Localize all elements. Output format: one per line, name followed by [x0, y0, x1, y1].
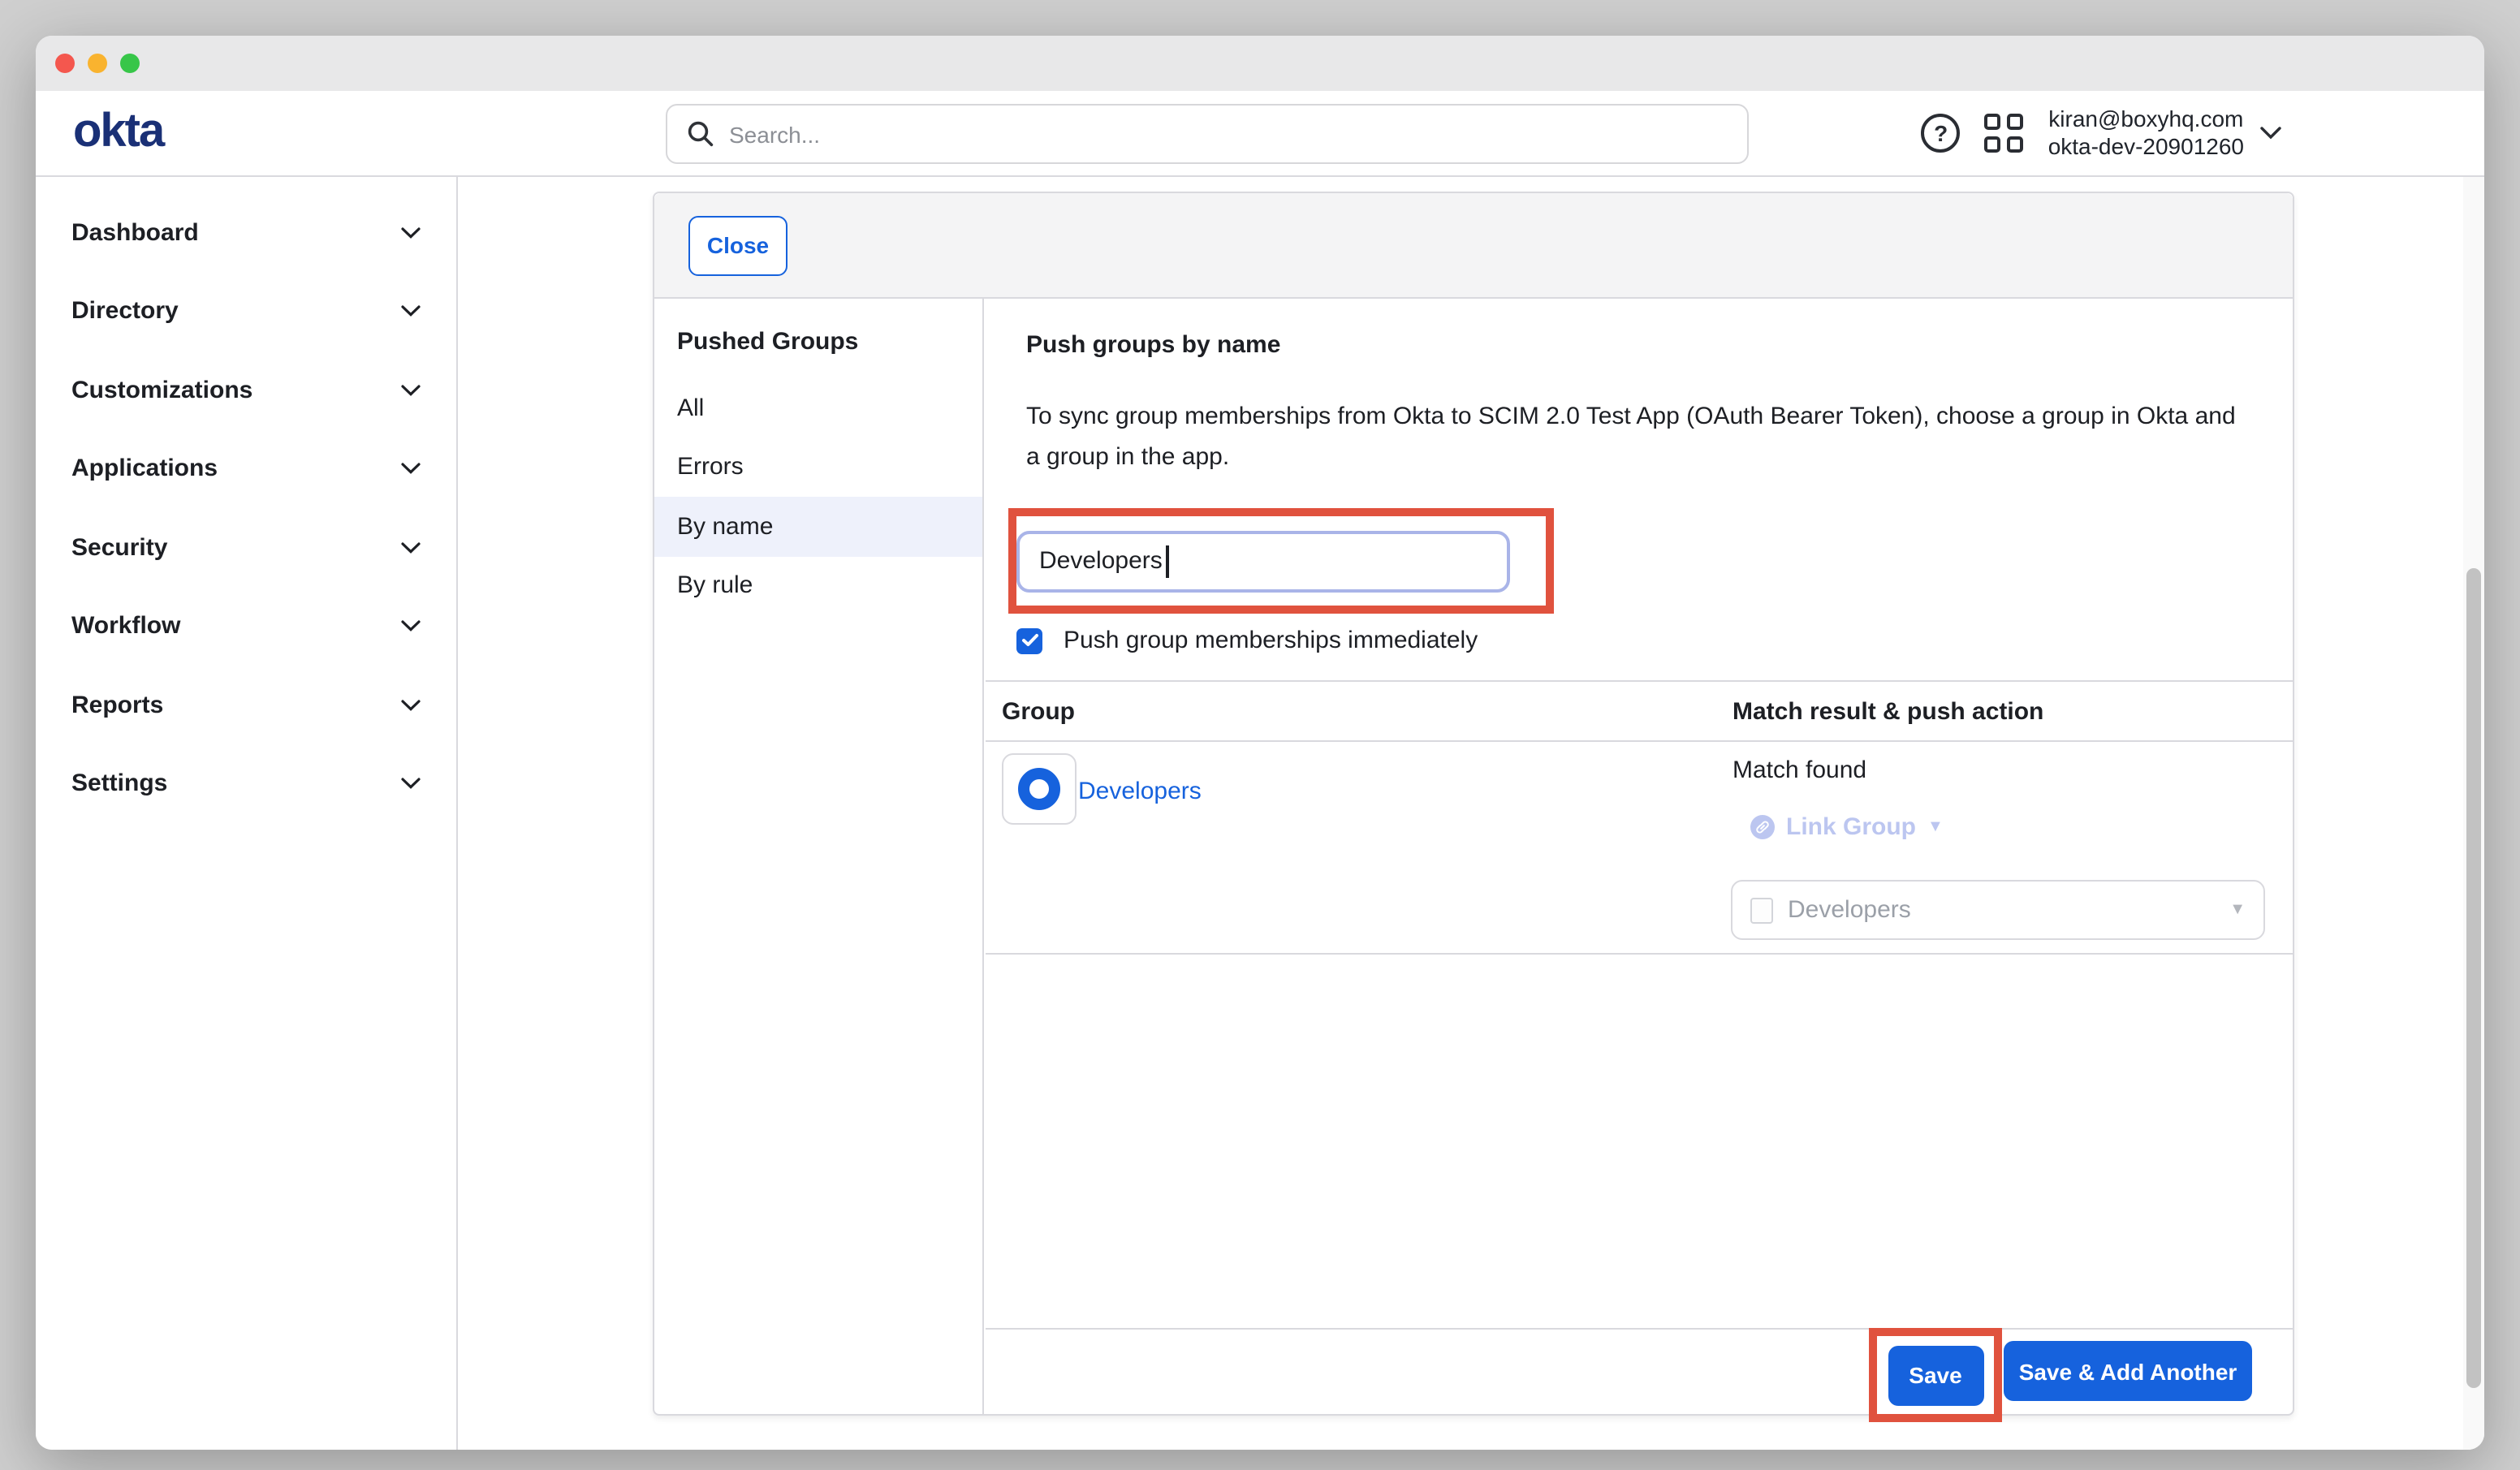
chevron-down-icon — [401, 621, 421, 632]
app-group-placeholder-icon — [1750, 897, 1773, 923]
column-group: Group — [1002, 697, 1075, 725]
okta-logo: okta — [73, 106, 163, 159]
chevron-down-icon — [401, 463, 421, 475]
help-icon[interactable]: ? — [1922, 114, 1961, 153]
app-group-select[interactable]: Developers ▼ — [1731, 880, 2265, 940]
group-search-input[interactable] — [1016, 530, 1510, 592]
check-icon — [1021, 633, 1038, 648]
search-icon — [687, 120, 714, 148]
panel-title: Push groups by name — [1026, 331, 1280, 359]
app-group-selected-value: Developers — [1788, 896, 2229, 924]
panel-description: To sync group memberships from Okta to S… — [1026, 396, 2244, 477]
nav-item-errors[interactable]: Errors — [654, 438, 982, 497]
select-caret-icon: ▼ — [2229, 901, 2246, 919]
chevron-down-icon — [401, 385, 421, 396]
sidebar: Dashboard Directory Customizations Appli… — [36, 177, 458, 1450]
search-input[interactable] — [729, 121, 1728, 147]
chevron-down-icon — [401, 542, 421, 554]
dialog-header: Close — [654, 193, 2293, 299]
nav-item-all[interactable]: All — [654, 378, 982, 438]
save-add-another-button[interactable]: Save & Add Another — [2004, 1341, 2252, 1401]
sidebar-item-dashboard[interactable]: Dashboard — [36, 193, 456, 272]
chevron-down-icon — [401, 778, 421, 790]
row-divider — [986, 953, 2293, 955]
account-email: kiran@boxyhq.com — [2048, 106, 2244, 133]
link-icon — [1750, 815, 1775, 839]
highlight-annotation-save: Save — [1869, 1328, 2002, 1422]
link-group-button[interactable]: Link Group ▼ — [1750, 813, 1944, 841]
sidebar-item-reports[interactable]: Reports — [36, 666, 456, 744]
dialog-footer: Save Save & Add Another — [986, 1328, 2293, 1414]
group-name-link[interactable]: Developers — [1078, 778, 1202, 805]
sidebar-item-applications[interactable]: Applications — [36, 429, 456, 508]
maximize-window-button[interactable] — [120, 54, 140, 73]
window-titlebar — [36, 36, 2484, 91]
chevron-down-icon — [401, 700, 421, 711]
sidebar-item-customizations[interactable]: Customizations — [36, 351, 456, 429]
browser-window: okta ? kiran@boxyhq.com — [36, 36, 2484, 1450]
pushed-groups-nav: Pushed Groups All Errors By name By rule — [654, 299, 984, 1414]
chevron-down-icon — [2260, 127, 2281, 140]
table-header: Group Match result & push action — [986, 680, 2293, 742]
push-by-name-panel: Push groups by name To sync group member… — [986, 299, 2293, 1414]
close-button[interactable]: Close — [688, 215, 788, 275]
column-match-result: Match result & push action — [1732, 697, 2043, 725]
sidebar-item-directory[interactable]: Directory — [36, 272, 456, 351]
scrollbar-track[interactable] — [2463, 177, 2484, 1450]
minimize-window-button[interactable] — [88, 54, 107, 73]
scrollbar-thumb[interactable] — [2466, 568, 2481, 1388]
sidebar-item-security[interactable]: Security — [36, 508, 456, 587]
account-org: okta-dev-20901260 — [2048, 133, 2244, 161]
app-header: okta ? kiran@boxyhq.com — [36, 91, 2484, 177]
text-cursor — [1166, 545, 1168, 577]
chevron-down-icon — [401, 306, 421, 317]
account-menu[interactable]: kiran@boxyhq.com okta-dev-20901260 — [2048, 106, 2281, 161]
global-search[interactable] — [666, 104, 1749, 164]
apps-grid-icon[interactable] — [1985, 114, 2024, 153]
highlight-annotation-input — [1008, 508, 1554, 614]
save-button[interactable]: Save — [1888, 1345, 1983, 1405]
main-content-area: Dashboard Directory Customizations Appli… — [36, 177, 2484, 1450]
nav-item-by-name[interactable]: By name — [654, 497, 982, 556]
push-groups-dialog: Close Pushed Groups All Errors By name B… — [653, 192, 2294, 1416]
dropdown-caret-icon: ▼ — [1927, 818, 1944, 836]
chevron-down-icon — [401, 227, 421, 239]
sidebar-item-settings[interactable]: Settings — [36, 744, 456, 823]
sidebar-item-workflow[interactable]: Workflow — [36, 587, 456, 666]
nav-item-by-rule[interactable]: By rule — [654, 556, 982, 615]
match-result-text: Match found — [1732, 757, 1866, 784]
pushed-groups-title: Pushed Groups — [654, 328, 982, 378]
push-immediately-row: Push group memberships immediately — [1016, 627, 1478, 654]
desktop: okta ? kiran@boxyhq.com — [0, 0, 2520, 1470]
group-avatar — [1002, 753, 1077, 825]
group-circle-icon — [1018, 768, 1060, 810]
close-window-button[interactable] — [55, 54, 75, 73]
push-immediately-label: Push group memberships immediately — [1064, 627, 1478, 654]
push-immediately-checkbox[interactable] — [1016, 627, 1042, 653]
